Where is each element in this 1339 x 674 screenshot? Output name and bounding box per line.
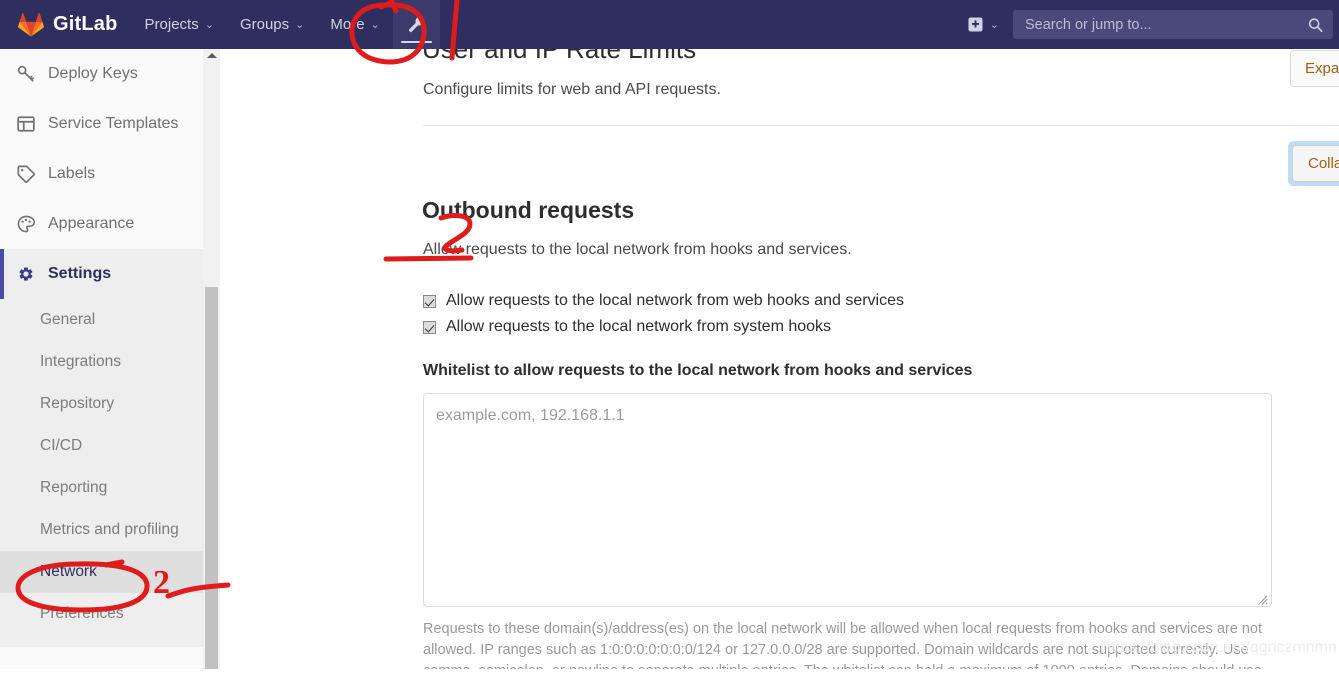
brand-home-link[interactable]: GitLab [0,0,132,49]
sidebar-item-service-templates[interactable]: Service Templates [0,99,203,149]
page-description: Configure limits for web and API request… [423,81,721,98]
watermark: https://blog.csdn.net/qgnczmnmn [1102,639,1337,656]
allow-web-hooks-label[interactable]: Allow requests to the local network from… [446,292,904,310]
expand-button[interactable]: Expand [1290,50,1339,87]
allow-web-hooks-checkbox[interactable] [423,294,436,308]
sidebar-subitem-label: Integrations [40,353,121,370]
checkbox-row-web-hooks: Allow requests to the local network from… [423,292,904,310]
navbar-right: ⌄ Search or jump to... [958,0,1339,49]
gear-icon [17,265,35,283]
outbound-section-description: Allow requests to the local network from… [423,241,852,258]
nav-item-more-label: More [330,16,365,33]
brand-name: GitLab [53,13,118,35]
collapse-button[interactable]: Collapse [1292,145,1339,182]
sidebar-subitem-label: CI/CD [40,437,83,454]
sidebar-subitem-cicd[interactable]: CI/CD [0,425,203,467]
sidebar-scrollbar[interactable] [203,49,220,669]
section-divider [423,125,1339,126]
sidebar-item-deploy-keys[interactable]: Deploy Keys [0,49,203,99]
search-input[interactable]: Search or jump to... [1013,10,1333,39]
new-item-button[interactable]: ⌄ [958,17,1005,32]
wrench-icon [408,16,425,33]
sidebar-item-labels[interactable]: Labels [0,149,203,199]
sidebar-subitem-general[interactable]: General [0,299,203,341]
nav-item-projects-label: Projects [144,16,199,33]
page-title: User and IP Rate Limits [422,49,697,64]
sidebar-subitem-label: Repository [40,395,115,412]
sidebar-subitem-label: Metrics and profiling [40,521,179,538]
nav-item-groups-label: Groups [239,16,290,33]
tag-icon [17,165,35,183]
sidebar-subitem-network[interactable]: Network [0,551,203,593]
palette-icon [17,215,35,233]
key-icon [17,65,35,83]
allow-system-hooks-checkbox[interactable] [423,320,436,334]
scrollbar-thumb[interactable] [205,287,218,669]
chevron-down-icon: ⌄ [295,19,305,31]
scroll-up-arrow-icon[interactable] [206,53,217,58]
sidebar-item-label: Labels [48,165,96,182]
nav-item-groups[interactable]: Groups ⌄ [227,0,317,49]
nav-item-projects[interactable]: Projects ⌄ [132,0,227,49]
whitelist-field-label: Whitelist to allow requests to the local… [423,362,973,379]
sidebar-subitem-preferences[interactable]: Preferences [0,593,203,635]
top-navbar: GitLab Projects ⌄ Groups ⌄ More ⌄ ⌄ Sear… [0,0,1339,49]
chevron-down-icon: ⌄ [989,19,999,31]
allow-system-hooks-label[interactable]: Allow requests to the local network from… [446,318,831,336]
settings-content: User and IP Rate Limits Configure limits… [220,49,1339,669]
sidebar-item-settings[interactable]: Settings [0,249,203,299]
sidebar-item-label: Settings [48,265,112,282]
whitelist-textarea[interactable] [423,393,1272,607]
nav-item-more[interactable]: More ⌄ [317,0,392,49]
sidebar-subitem-metrics-and-profiling[interactable]: Metrics and profiling [0,509,203,551]
sidebar-subitem-repository[interactable]: Repository [0,383,203,425]
sidebar-subitem-label: Preferences [40,605,124,622]
chevron-down-icon: ⌄ [204,19,214,31]
collapse-button-focus-ring: Collapse [1288,141,1339,186]
sidebar-item-label: Appearance [48,215,135,232]
settings-subnav: General Integrations Repository CI/CD Re… [0,299,203,647]
sidebar-subitem-integrations[interactable]: Integrations [0,341,203,383]
sidebar-subitem-label: Reporting [40,479,108,496]
admin-area-button[interactable] [392,0,440,49]
plus-square-icon [968,17,983,32]
outbound-section-title: Outbound requests [422,197,635,223]
sidebar-item-label: Service Templates [48,115,179,132]
sidebar-item-appearance[interactable]: Appearance [0,199,203,249]
gitlab-tanuki-logo-icon [18,12,44,38]
chevron-down-icon: ⌄ [370,19,380,31]
sidebar-item-label: Deploy Keys [48,65,138,82]
template-window-icon [17,115,35,133]
admin-sidebar: Deploy Keys Service Templates Labels App… [0,49,203,669]
checkbox-row-system-hooks: Allow requests to the local network from… [423,318,831,336]
search-placeholder: Search or jump to... [1025,16,1152,33]
sidebar-subitem-label: General [40,311,96,328]
sidebar-subitem-reporting[interactable]: Reporting [0,467,203,509]
sidebar-subitem-label: Network [40,563,97,580]
nav-menu: Projects ⌄ Groups ⌄ More ⌄ [132,0,440,49]
